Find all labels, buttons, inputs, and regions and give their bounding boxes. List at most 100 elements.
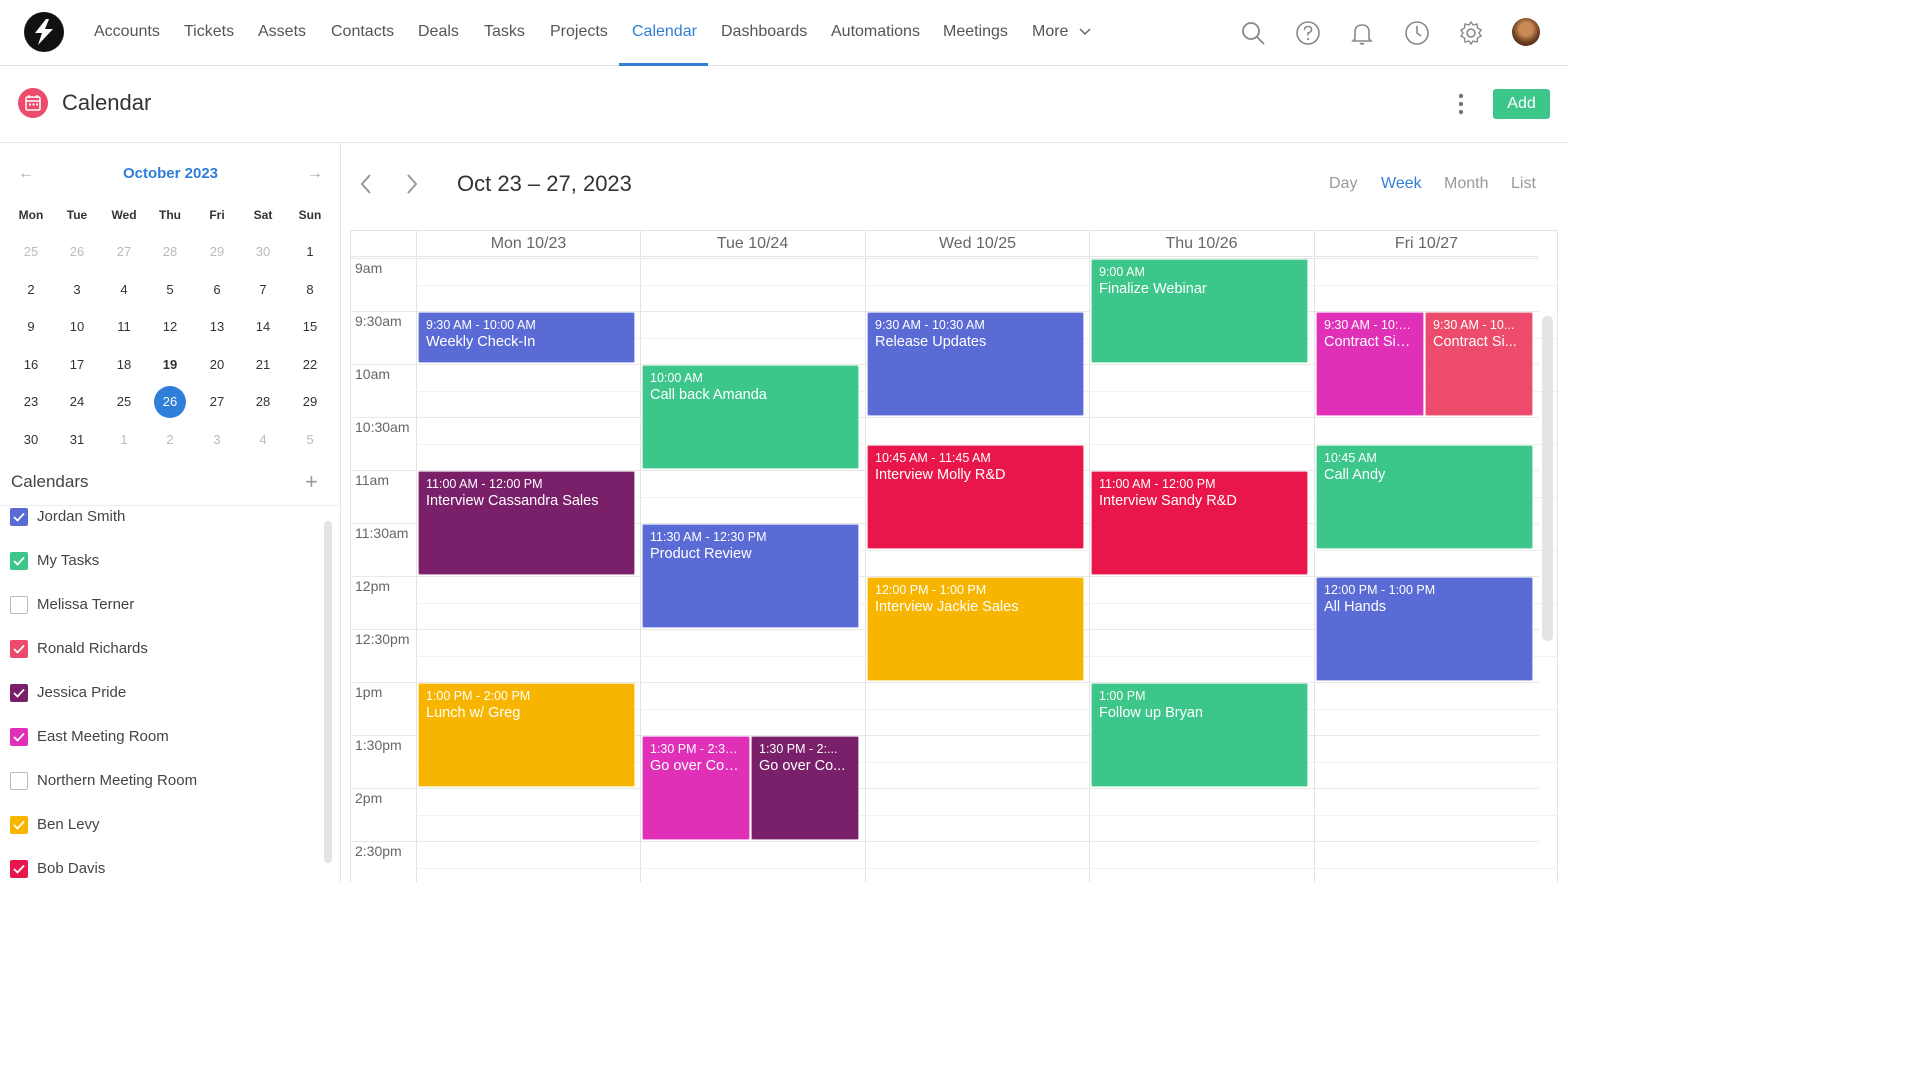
mini-calendar-day[interactable]: 23 xyxy=(15,386,47,418)
mini-calendar-day[interactable]: 25 xyxy=(108,386,140,418)
calendar-event[interactable]: 12:00 PM - 1:00 PM Interview Jackie Sales xyxy=(867,577,1084,681)
mini-calendar-day[interactable]: 5 xyxy=(294,424,326,456)
mini-calendar-day[interactable]: 29 xyxy=(201,236,233,268)
mini-calendar-day[interactable]: 6 xyxy=(201,274,233,306)
calendar-event[interactable]: 10:45 AM Call Andy xyxy=(1316,444,1533,549)
calendar-event[interactable]: 1:30 PM - 2:30 PM Go over Contracts xyxy=(642,736,750,840)
checkbox-checked[interactable] xyxy=(10,816,28,834)
more-options-icon[interactable] xyxy=(1450,92,1472,116)
calendar-event[interactable]: 1:00 PM Follow up Bryan xyxy=(1091,683,1308,787)
checkbox-checked[interactable] xyxy=(10,640,28,658)
nav-accounts[interactable]: Accounts xyxy=(94,0,160,66)
nav-projects[interactable]: Projects xyxy=(550,0,608,66)
calendar-event[interactable]: 1:00 PM - 2:00 PM Lunch w/ Greg xyxy=(418,683,635,787)
mini-calendar-day[interactable]: 11 xyxy=(108,311,140,343)
nav-tasks[interactable]: Tasks xyxy=(484,0,525,66)
mini-calendar-day[interactable]: 20 xyxy=(201,349,233,381)
view-week[interactable]: Week xyxy=(1381,175,1422,193)
calendar-event[interactable]: 11:00 AM - 12:00 PM Interview Cassandra S… xyxy=(418,471,635,575)
mini-calendar-day[interactable]: 27 xyxy=(201,386,233,418)
calendar-event[interactable]: 9:30 AM - 10... Contract Si... xyxy=(1425,312,1533,416)
nav-automations[interactable]: Automations xyxy=(831,0,920,66)
mini-calendar-day[interactable]: 28 xyxy=(247,386,279,418)
search-icon[interactable] xyxy=(1240,20,1266,46)
checkbox-checked[interactable] xyxy=(10,860,28,878)
calendar-event[interactable]: 9:00 AM Finalize Webinar xyxy=(1091,259,1308,363)
mini-calendar-day[interactable]: 19 xyxy=(154,349,186,381)
mini-calendar-day[interactable]: 25 xyxy=(15,236,47,268)
nav-tickets[interactable]: Tickets xyxy=(184,0,234,66)
mini-calendar-day[interactable]: 1 xyxy=(108,424,140,456)
next-week-chevron-icon[interactable] xyxy=(405,173,419,195)
mini-calendar-day[interactable]: 28 xyxy=(154,236,186,268)
bell-icon[interactable] xyxy=(1349,20,1375,46)
mini-calendar-day[interactable]: 21 xyxy=(247,349,279,381)
next-month-arrow-icon[interactable]: → xyxy=(307,165,323,183)
calendar-event[interactable]: 12:00 PM - 1:00 PM All Hands xyxy=(1316,577,1533,681)
mini-calendar-day[interactable]: 17 xyxy=(61,349,93,381)
calendar-event[interactable]: 11:30 AM - 12:30 PM Product Review xyxy=(642,524,859,628)
mini-calendar-day[interactable]: 22 xyxy=(294,349,326,381)
view-month[interactable]: Month xyxy=(1444,175,1488,193)
calendar-event[interactable]: 10:45 AM - 11:45 AM Interview Molly R&D xyxy=(867,444,1084,549)
mini-calendar-day[interactable]: 26 xyxy=(154,386,186,418)
checkbox-checked[interactable] xyxy=(10,684,28,702)
checkbox-unchecked[interactable] xyxy=(10,772,28,790)
add-calendar-plus-icon[interactable]: + xyxy=(305,469,318,495)
app-logo[interactable] xyxy=(24,12,64,52)
mini-calendar-day[interactable]: 30 xyxy=(247,236,279,268)
checkbox-checked[interactable] xyxy=(10,552,28,570)
nav-dashboards[interactable]: Dashboards xyxy=(721,0,807,66)
view-day[interactable]: Day xyxy=(1329,175,1357,193)
nav-meetings[interactable]: Meetings xyxy=(943,0,1008,66)
mini-calendar-day[interactable]: 3 xyxy=(201,424,233,456)
mini-calendar-day[interactable]: 7 xyxy=(247,274,279,306)
view-list[interactable]: List xyxy=(1511,175,1536,193)
mini-calendar-day[interactable]: 31 xyxy=(61,424,93,456)
mini-calendar-day[interactable]: 26 xyxy=(61,236,93,268)
nav-more[interactable]: More xyxy=(1032,0,1091,66)
grid-scrollbar[interactable] xyxy=(1542,316,1553,641)
mini-calendar-day[interactable]: 16 xyxy=(15,349,47,381)
calendar-event[interactable]: 1:30 PM - 2:... Go over Co... xyxy=(751,736,859,840)
calendar-event[interactable]: 9:30 AM - 10:00 AM Weekly Check-In xyxy=(418,312,635,363)
mini-calendar-day[interactable]: 2 xyxy=(15,274,47,306)
calendar-event[interactable]: 10:00 AM Call back Amanda xyxy=(642,365,859,469)
help-icon[interactable] xyxy=(1295,20,1321,46)
mini-calendar-day[interactable]: 29 xyxy=(294,386,326,418)
mini-calendar-day[interactable]: 15 xyxy=(294,311,326,343)
add-button[interactable]: Add xyxy=(1493,89,1550,119)
calendar-event[interactable]: 9:30 AM - 10:30 AM Release Updates xyxy=(867,312,1084,416)
calendar-event[interactable]: 11:00 AM - 12:00 PM Interview Sandy R&D xyxy=(1091,471,1308,575)
mini-calendar-day[interactable]: 3 xyxy=(61,274,93,306)
mini-calendar-day[interactable]: 18 xyxy=(108,349,140,381)
mini-calendar-day[interactable]: 30 xyxy=(15,424,47,456)
checkbox-checked[interactable] xyxy=(10,508,28,526)
mini-calendar-day[interactable]: 24 xyxy=(61,386,93,418)
gear-icon[interactable] xyxy=(1458,20,1484,46)
nav-assets[interactable]: Assets xyxy=(258,0,306,66)
mini-calendar-day[interactable]: 12 xyxy=(154,311,186,343)
nav-calendar[interactable]: Calendar xyxy=(632,0,697,66)
nav-contacts[interactable]: Contacts xyxy=(331,0,394,66)
mini-calendar-day[interactable]: 2 xyxy=(154,424,186,456)
checkbox-checked[interactable] xyxy=(10,728,28,746)
mini-calendar-day[interactable]: 4 xyxy=(108,274,140,306)
mini-calendar-day[interactable]: 13 xyxy=(201,311,233,343)
avatar[interactable] xyxy=(1512,18,1540,46)
mini-calendar-day[interactable]: 9 xyxy=(15,311,47,343)
mini-calendar-day[interactable]: 10 xyxy=(61,311,93,343)
mini-calendar-day[interactable]: 8 xyxy=(294,274,326,306)
prev-week-chevron-icon[interactable] xyxy=(359,173,373,195)
mini-calendar-day[interactable]: 1 xyxy=(294,236,326,268)
clock-icon[interactable] xyxy=(1404,20,1430,46)
mini-calendar-day[interactable]: 5 xyxy=(154,274,186,306)
checkbox-unchecked[interactable] xyxy=(10,596,28,614)
mini-calendar-day[interactable]: 4 xyxy=(247,424,279,456)
nav-deals[interactable]: Deals xyxy=(418,0,459,66)
mini-calendar-day[interactable]: 27 xyxy=(108,236,140,268)
sidebar-scrollbar[interactable] xyxy=(324,521,332,863)
event-time: 9:30 AM - 10... xyxy=(1433,318,1515,332)
calendar-event[interactable]: 9:30 AM - 10:30 AM Contract Signing xyxy=(1316,312,1424,416)
mini-calendar-day[interactable]: 14 xyxy=(247,311,279,343)
